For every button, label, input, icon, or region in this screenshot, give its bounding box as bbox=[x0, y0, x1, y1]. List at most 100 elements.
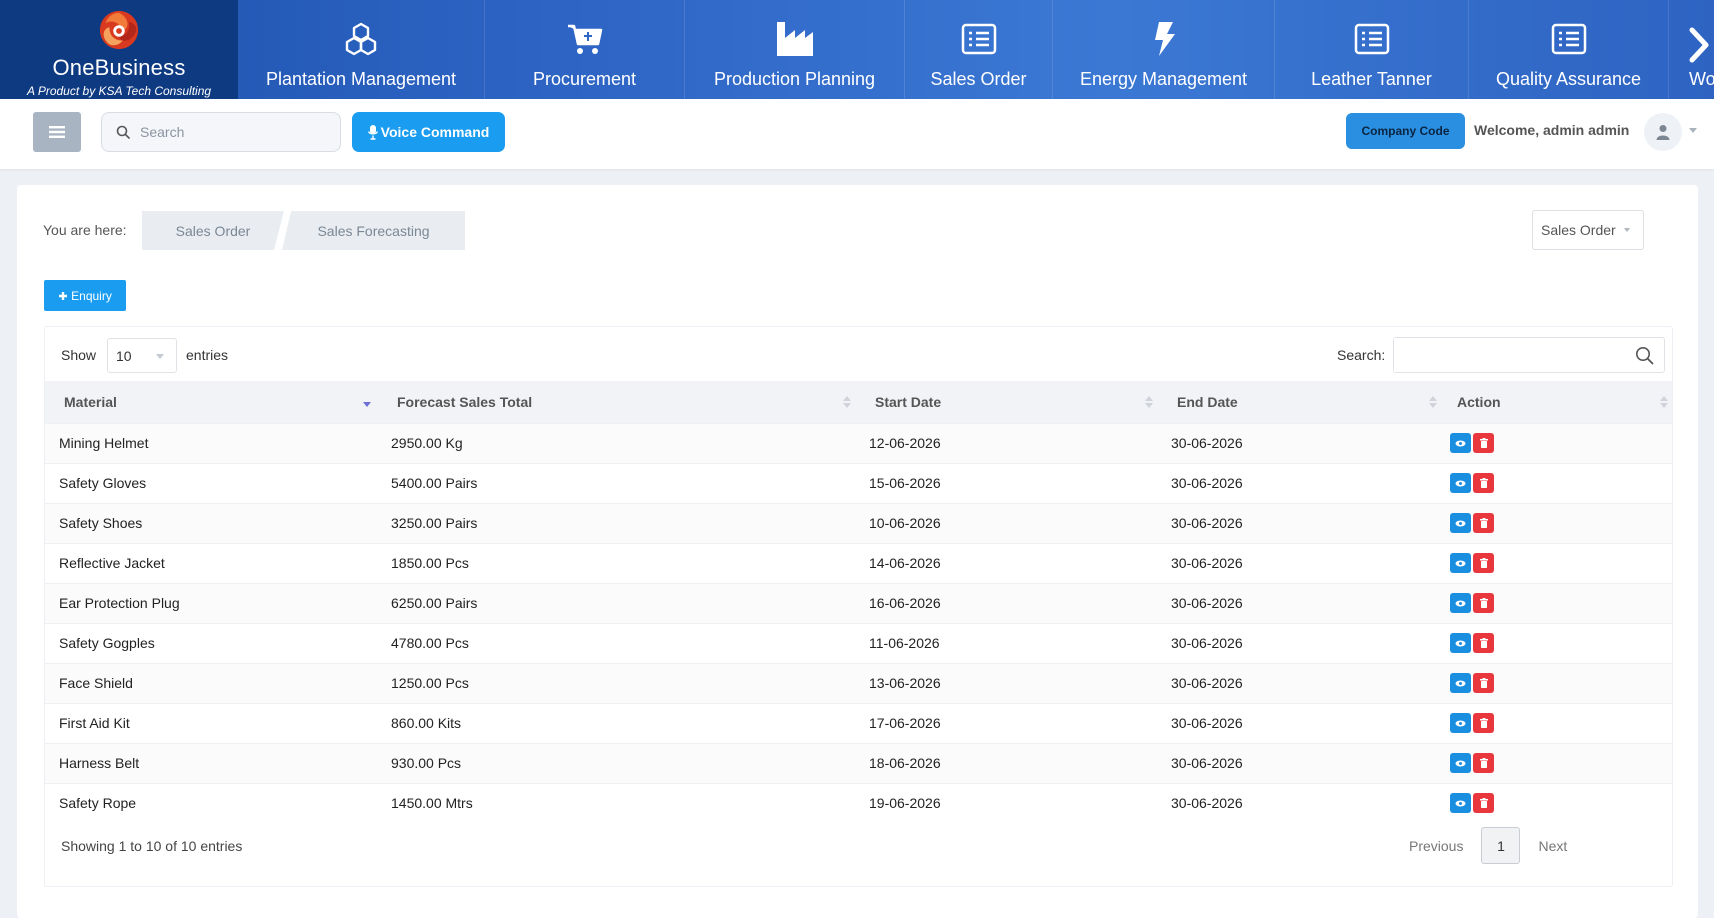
chevron-right-icon bbox=[1689, 27, 1709, 63]
previous-page-button[interactable]: Previous bbox=[1409, 838, 1463, 854]
cell-end-date: 30-06-2026 bbox=[1171, 475, 1243, 491]
cell-material: Reflective Jacket bbox=[59, 555, 165, 571]
view-button[interactable] bbox=[1450, 473, 1471, 493]
column-header-action[interactable]: Action bbox=[1441, 381, 1672, 423]
eye-icon bbox=[1455, 600, 1466, 606]
table-search-input[interactable] bbox=[1394, 338, 1624, 372]
eye-icon bbox=[1455, 720, 1466, 726]
sort-desc-icon bbox=[363, 402, 371, 407]
cell-forecast-sales-total: 1250.00 Pcs bbox=[391, 675, 469, 691]
delete-button[interactable] bbox=[1473, 633, 1494, 653]
view-button[interactable] bbox=[1450, 633, 1471, 653]
breadcrumb-item-sales-forecasting[interactable]: Sales Forecasting bbox=[282, 211, 465, 250]
user-avatar[interactable] bbox=[1644, 113, 1682, 151]
delete-button[interactable] bbox=[1473, 553, 1494, 573]
cell-material: Safety Rope bbox=[59, 795, 137, 812]
search-icon bbox=[1636, 347, 1654, 365]
cell-forecast-sales-total: 5400.00 Pairs bbox=[391, 475, 478, 491]
sort-icon bbox=[1145, 396, 1153, 408]
chevron-down-icon bbox=[156, 354, 164, 359]
view-button[interactable] bbox=[1450, 713, 1471, 733]
global-search[interactable] bbox=[101, 112, 341, 152]
table-header-row: Material Forecast Sales Total Start Date… bbox=[45, 381, 1672, 423]
forecast-table: Material Forecast Sales Total Start Date… bbox=[45, 381, 1672, 823]
cell-action bbox=[1441, 503, 1672, 543]
cell-action bbox=[1441, 543, 1672, 583]
nav-item-quality-assurance[interactable]: Quality Assurance bbox=[1469, 0, 1669, 99]
sidebar-toggle-button[interactable] bbox=[33, 112, 81, 152]
trash-icon bbox=[1479, 678, 1488, 688]
delete-button[interactable] bbox=[1473, 753, 1494, 773]
user-icon bbox=[1656, 125, 1670, 140]
column-header-start-date[interactable]: Start Date bbox=[855, 381, 1157, 423]
view-button[interactable] bbox=[1450, 513, 1471, 533]
nav-item-procurement[interactable]: Procurement bbox=[485, 0, 685, 99]
nav-label: Energy Management bbox=[1079, 69, 1248, 89]
brand[interactable]: OneBusiness A Product by KSA Tech Consul… bbox=[0, 0, 238, 99]
cell-forecast-sales-total: 3250.00 Pairs bbox=[391, 515, 478, 531]
delete-button[interactable] bbox=[1473, 433, 1494, 453]
nav-item-sales-order[interactable]: Sales Order bbox=[905, 0, 1053, 99]
voice-command-button[interactable]: Voice Command bbox=[352, 112, 505, 152]
eye-icon bbox=[1455, 560, 1466, 566]
trash-icon bbox=[1479, 558, 1488, 568]
search-icon bbox=[116, 125, 130, 139]
cell-action bbox=[1441, 663, 1672, 703]
brand-tagline: A Product by KSA Tech Consulting bbox=[26, 84, 212, 98]
row-actions bbox=[1450, 713, 1494, 733]
column-header-forecast-sales-total[interactable]: Forecast Sales Total bbox=[377, 381, 855, 423]
delete-button[interactable] bbox=[1473, 473, 1494, 493]
pagination: Previous 1 Next bbox=[1409, 827, 1567, 864]
table-row: Safety Shoes 3250.00 Pairs 10-06-2026 30-06… bbox=[45, 503, 1672, 543]
view-button[interactable] bbox=[1450, 793, 1471, 814]
view-button[interactable] bbox=[1450, 433, 1471, 453]
delete-button[interactable] bbox=[1473, 793, 1494, 814]
nav-scroll-right-button[interactable] bbox=[1684, 20, 1714, 70]
nav-item-production-planning[interactable]: Production Planning bbox=[685, 0, 905, 99]
trash-icon bbox=[1479, 438, 1488, 448]
view-button[interactable] bbox=[1450, 593, 1471, 613]
entries-length-select[interactable]: 10 bbox=[107, 338, 177, 373]
table-row: First Aid Kit 860.00 Kits 17-06-2026 30-06-… bbox=[45, 703, 1672, 743]
bolt-icon bbox=[1151, 18, 1177, 60]
cell-start-date: 18-06-2026 bbox=[869, 755, 941, 771]
add-enquiry-button[interactable]: Enquiry bbox=[44, 280, 126, 311]
delete-button[interactable] bbox=[1473, 513, 1494, 533]
view-button[interactable] bbox=[1450, 753, 1471, 773]
delete-button[interactable] bbox=[1473, 673, 1494, 693]
sort-icon bbox=[843, 396, 851, 408]
trash-icon bbox=[1479, 638, 1488, 648]
view-button[interactable] bbox=[1450, 673, 1471, 693]
nav-item-leather-tanner[interactable]: Leather Tanner bbox=[1275, 0, 1469, 99]
nav-item-energy-management[interactable]: Energy Management bbox=[1053, 0, 1275, 99]
eye-icon bbox=[1455, 440, 1466, 446]
list-icon bbox=[961, 18, 997, 60]
eye-icon bbox=[1455, 480, 1466, 486]
nav-item-plantation-management[interactable]: Plantation Management bbox=[238, 0, 485, 99]
module-select-value: Sales Order bbox=[1541, 222, 1616, 238]
cell-end-date: 30-06-2026 bbox=[1171, 555, 1243, 571]
main-card: You are here: Sales Order Sales Forecast… bbox=[17, 185, 1698, 918]
column-header-material[interactable]: Material bbox=[45, 381, 377, 423]
breadcrumb-item-sales-order[interactable]: Sales Order bbox=[142, 211, 284, 250]
cell-action bbox=[1441, 463, 1672, 503]
row-actions bbox=[1450, 793, 1494, 814]
eye-icon bbox=[1455, 640, 1466, 646]
plus-icon bbox=[59, 291, 68, 300]
cell-material: Safety Gloves bbox=[59, 475, 147, 491]
next-page-button[interactable]: Next bbox=[1538, 838, 1567, 854]
trash-icon bbox=[1479, 598, 1488, 608]
view-button[interactable] bbox=[1450, 553, 1471, 573]
global-search-input[interactable] bbox=[140, 124, 330, 140]
page-button-1[interactable]: 1 bbox=[1481, 827, 1521, 864]
company-code-button[interactable]: Company Code bbox=[1346, 113, 1465, 149]
module-select[interactable]: Sales Order bbox=[1532, 210, 1644, 250]
delete-button[interactable] bbox=[1473, 713, 1494, 733]
user-menu-caret-icon[interactable] bbox=[1689, 128, 1697, 133]
table-search[interactable] bbox=[1393, 337, 1665, 373]
cell-forecast-sales-total: 6250.00 Pairs bbox=[391, 595, 478, 611]
cell-start-date: 15-06-2026 bbox=[869, 475, 941, 491]
column-header-end-date[interactable]: End Date bbox=[1157, 381, 1441, 423]
delete-button[interactable] bbox=[1473, 593, 1494, 613]
cell-material: First Aid Kit bbox=[59, 715, 130, 731]
